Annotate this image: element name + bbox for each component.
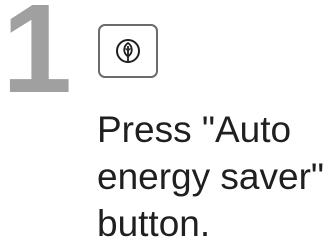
auto-energy-saver-button[interactable]	[98, 24, 158, 78]
leaf-icon	[116, 39, 140, 63]
step-number: 1	[2, 0, 73, 119]
step-instruction: Press "Auto energy saver" button.	[97, 109, 325, 244]
